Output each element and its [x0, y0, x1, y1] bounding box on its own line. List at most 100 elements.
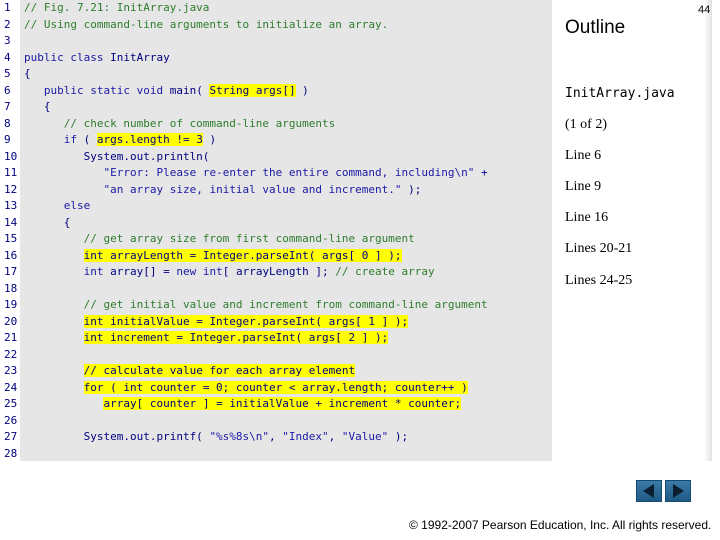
triangle-left-icon [643, 484, 654, 498]
code-comment: // get initial value and increment from … [24, 298, 488, 311]
code-token: { [24, 67, 31, 80]
outline-title: Outline [565, 17, 626, 38]
triangle-right-icon [673, 484, 684, 498]
code-token: { [24, 100, 51, 113]
source-filename: InitArray.java [565, 86, 675, 101]
line-number: 11 [4, 166, 18, 179]
code-comment: // get array size from first command-lin… [24, 232, 415, 245]
code-token: new int [176, 265, 223, 278]
outline-panel-background [552, 0, 712, 461]
code-text: public static void main( String args[] ) [24, 83, 309, 99]
code-line: 6 public static void main( String args[]… [0, 83, 552, 99]
code-line: 3 [0, 33, 552, 49]
code-comment: // Using command-line arguments to initi… [24, 17, 389, 31]
highlighted-code: int arrayLength = Integer.parseInt( args… [83, 248, 402, 262]
code-line: 11 "Error: Please re-enter the entire co… [0, 165, 552, 181]
line-number: 6 [4, 83, 11, 97]
code-line: 26 [0, 413, 552, 429]
line-number: 22 [4, 347, 18, 361]
code-token: public class [24, 50, 111, 64]
code-token: "Index" [282, 430, 329, 443]
code-token: System.out.println( [24, 149, 210, 163]
code-line: 14 { [0, 215, 552, 231]
code-line: 7 { [0, 99, 552, 115]
code-line: 16 int arrayLength = Integer.parseInt( a… [0, 248, 552, 264]
highlighted-code: // calculate value for each array elemen… [83, 364, 356, 377]
line-number: 13 [4, 199, 18, 212]
code-line: 28 [0, 446, 552, 462]
line-number: 2 [4, 17, 11, 31]
code-line: 24 for ( int counter = 0; counter < arra… [0, 380, 552, 396]
code-line: 5{ [0, 66, 552, 82]
code-token: main( [169, 83, 210, 97]
code-token: [ arrayLength ]; [222, 265, 336, 278]
code-line: 15 // get array size from first command-… [0, 231, 552, 247]
code-text: else [24, 198, 91, 214]
code-text: for ( int counter = 0; counter < array.l… [24, 380, 468, 396]
code-token: "Value" [341, 430, 389, 443]
code-token: ); [401, 182, 422, 196]
code-text: public class InitArray [24, 50, 170, 66]
line-number: 28 [4, 446, 18, 460]
code-text: if ( args.length != 3 ) [24, 132, 216, 148]
line-number: 9 [4, 133, 11, 146]
code-line: 2 // Using command-line arguments to init… [0, 17, 552, 33]
line-number: 14 [4, 215, 18, 229]
code-text: int initialValue = Integer.parseInt( arg… [24, 314, 409, 330]
code-text: "an array size, initial value and increm… [24, 182, 421, 198]
copyright-notice: © 1992-2007 Pearson Education, Inc. All … [409, 518, 712, 532]
code-token: "%s%8s\n" [209, 430, 270, 443]
line-number: 3 [4, 34, 11, 47]
code-comment: // check number of command-line argument… [24, 116, 336, 130]
line-number: 25 [4, 397, 18, 410]
code-token: array[] = [103, 265, 177, 278]
previous-slide-button[interactable] [636, 480, 662, 502]
code-line: 18 [0, 281, 552, 297]
highlighted-code: for ( int counter = 0; counter < array.l… [83, 380, 468, 394]
code-listing: 1 // Fig. 7.21: InitArray.java 2 // Using c… [0, 0, 552, 461]
next-slide-button[interactable] [665, 480, 691, 502]
code-line: 25 array[ counter ] = initialValue + inc… [0, 396, 552, 412]
line-number: 12 [4, 182, 18, 196]
code-text: System.out.println( [24, 149, 210, 165]
code-text: System.out.printf( "%s%8s\n", "Index", "… [24, 429, 409, 445]
line-number: 24 [4, 380, 18, 394]
code-text: { [24, 215, 71, 231]
code-token: , [328, 430, 342, 443]
code-line: 8 // check number of command-line argume… [0, 116, 552, 132]
line-number: 16 [4, 248, 18, 262]
code-text: // Using command-line arguments to initi… [24, 17, 388, 33]
highlighted-code: args.length != 3 [96, 133, 203, 146]
highlighted-code: int initialValue = Integer.parseInt( arg… [83, 314, 409, 328]
code-line: 1 // Fig. 7.21: InitArray.java [0, 0, 552, 16]
code-text: array[ counter ] = initialValue + increm… [24, 396, 462, 412]
code-token: "Error: Please re-enter the entire comma… [103, 166, 475, 179]
line-number: 23 [4, 364, 18, 377]
line-number: 17 [4, 265, 18, 278]
line-number: 10 [4, 149, 18, 163]
note-line-16: Line 16 [565, 210, 609, 225]
code-line: 13 else [0, 198, 552, 214]
code-token: ); [388, 430, 409, 443]
code-line: 19 // get initial value and increment fr… [0, 297, 552, 313]
code-line: 20 int initialValue = Integer.parseInt( … [0, 314, 552, 330]
note-lines-24-25: Lines 24-25 [565, 273, 633, 288]
line-number: 7 [4, 100, 11, 113]
code-token: if [63, 133, 77, 146]
line-number: 20 [4, 314, 18, 328]
line-number: 1 [4, 1, 11, 14]
code-line: 4 public class InitArray [0, 50, 552, 66]
code-line: 12 "an array size, initial value and inc… [0, 182, 552, 198]
highlighted-code: int increment = Integer.parseInt( args[ … [83, 331, 389, 344]
code-text: // check number of command-line argument… [24, 116, 336, 132]
